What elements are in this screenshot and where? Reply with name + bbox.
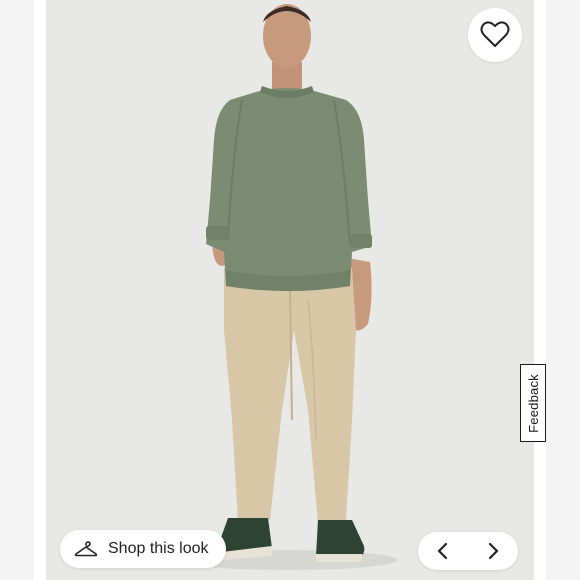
heart-outline-icon [480,21,510,47]
favorite-button[interactable] [468,8,522,62]
product-gallery: Feedback Shop this look [0,0,580,580]
gallery-left-margin [0,0,34,580]
hanger-icon [74,541,98,557]
model-illustration [178,4,398,570]
shop-this-look-label: Shop this look [108,540,209,557]
chevron-left-icon [437,542,448,560]
shop-this-look-button[interactable]: Shop this look [60,530,226,568]
carousel-nav [418,532,518,570]
feedback-label: Feedback [525,373,541,433]
chevron-right-icon [488,542,499,560]
next-image-button[interactable] [475,533,511,569]
previous-image-button[interactable] [425,533,461,569]
gallery-right-margin [546,0,580,580]
product-photo[interactable] [46,0,534,580]
model-shoe-right [316,520,365,558]
feedback-tab[interactable]: Feedback [520,364,546,442]
